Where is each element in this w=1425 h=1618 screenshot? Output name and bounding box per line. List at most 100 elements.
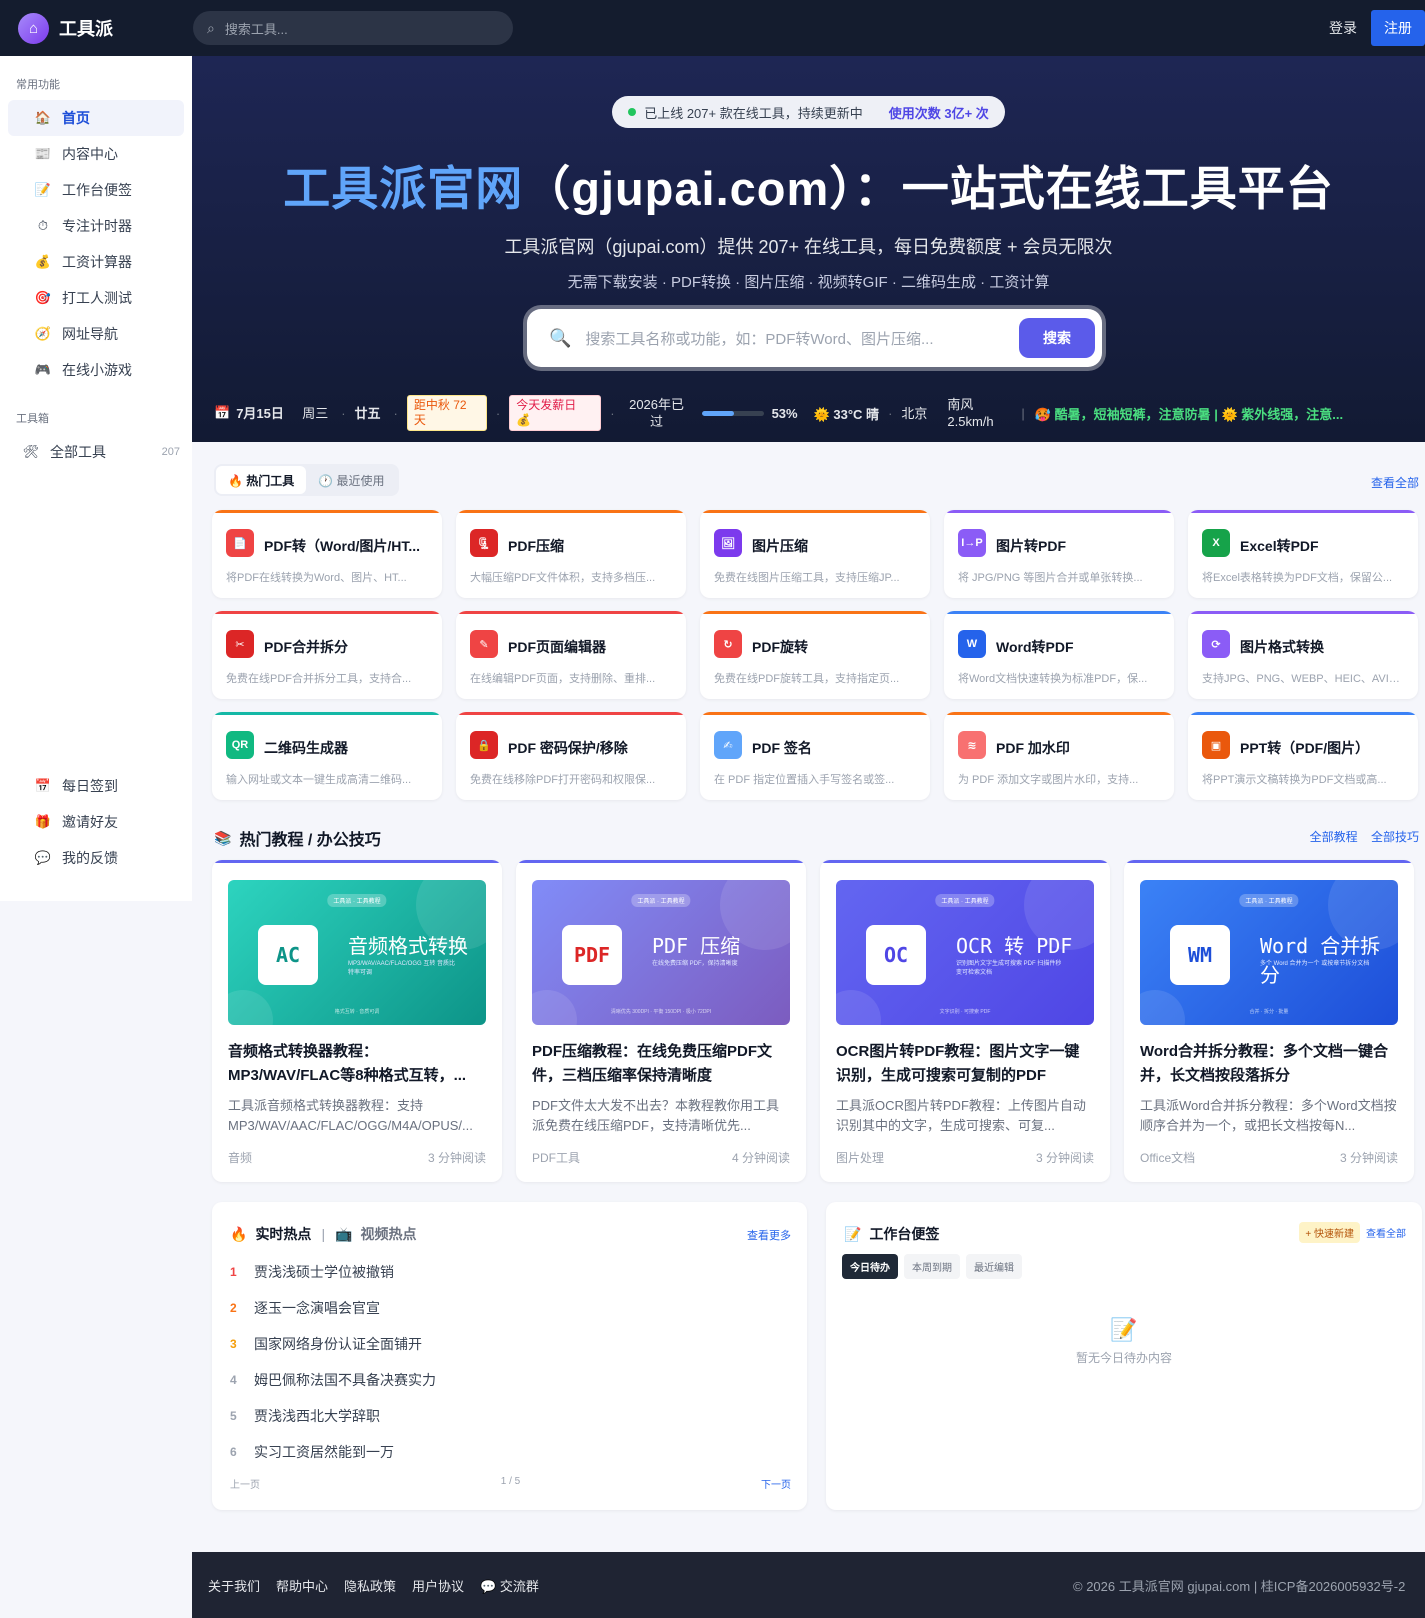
year-progress-bar bbox=[701, 410, 764, 416]
tool-card[interactable]: 🔒 PDF 密码保护/移除 免费在线移除PDF打开密码和权限保... bbox=[456, 712, 686, 800]
sidebar-item-0[interactable]: 🏠 首页 bbox=[8, 100, 184, 136]
sidebar-item-6[interactable]: 🧭 网址导航 bbox=[8, 316, 184, 352]
tool-description: 将Excel表格转换为PDF文档，保留公... bbox=[1202, 572, 1393, 584]
tutorial-card[interactable]: 工具派 · 工具教程 PDF PDF 压缩 在线免费压缩 PDF，保持清晰度 清晰优先 … bbox=[516, 860, 806, 1182]
tutorial-card[interactable]: 工具派 · 工具教程 OC OCR 转 PDF 识别图片文字生成可搜索 PDF 扫描件… bbox=[820, 860, 1110, 1182]
tab-video-hot[interactable]: 视频热点 bbox=[361, 1224, 417, 1244]
hot-item[interactable]: 6 实习工资居然能到一万 bbox=[230, 1434, 790, 1470]
footer-link-terms[interactable]: 用户协议 bbox=[412, 1576, 464, 1595]
tool-card[interactable]: ↻ PDF旋转 免费在线PDF旋转工具，支持指定页... bbox=[700, 611, 930, 699]
tab-recent-edit[interactable]: 最近编辑 bbox=[966, 1254, 1022, 1279]
tool-description: 输入网址或文本一键生成高清二维码... bbox=[226, 774, 412, 786]
hot-item[interactable]: 4 姆巴佩称法国不具备决赛实力 bbox=[230, 1362, 790, 1398]
tool-card[interactable]: ✂ PDF合并拆分 免费在线PDF合并拆分工具，支持合... bbox=[212, 611, 442, 699]
read-time: 3 分钟阅读 bbox=[1339, 1151, 1398, 1165]
sidebar-icon: 📅 bbox=[34, 778, 52, 793]
register-button[interactable]: 注册 bbox=[1371, 10, 1425, 46]
sidebar: 常用功能 🏠 首页 📰 内容中心 📝 工作台便签 ⏱ 专注计时器 💰 工资计算器 🎯 打工人测试 🧭 网址… bbox=[0, 56, 192, 901]
sidebar-item-4[interactable]: 💰 工资计算器 bbox=[8, 244, 184, 280]
tools-tabs: 🔥 热门工具 🕐 最近使用 bbox=[214, 464, 399, 496]
tool-name: PDF 签名 bbox=[752, 740, 812, 756]
sidebar-bottom-item-2[interactable]: 💬 我的反馈 bbox=[8, 840, 184, 876]
tool-card[interactable]: I→P 图片转PDF 将 JPG/PNG 等图片合并或单张转换... bbox=[944, 510, 1174, 598]
main-search-input[interactable]: 搜索工具名称或功能，如：PDF转Word、图片压缩... bbox=[585, 328, 1019, 349]
empty-text: 暂无今日待办内容 bbox=[1075, 1351, 1172, 1365]
top-search-input[interactable]: ⌕ 搜索工具... bbox=[193, 11, 513, 45]
tutorial-title: Word合并拆分教程：多个文档一键合并，长文档按段落拆分 bbox=[1140, 1043, 1389, 1084]
hot-item[interactable]: 2 逐玉一念演唱会官宣 bbox=[230, 1290, 790, 1326]
tutorial-thumbnail: 工具派 · 工具教程 AC 音频格式转换 MP3/WAV/AAC/FLAC/OGG 互… bbox=[228, 880, 486, 1025]
hot-rank: 6 bbox=[230, 1445, 237, 1459]
sidebar-item-1[interactable]: 📰 内容中心 bbox=[8, 136, 184, 172]
tutorial-card[interactable]: 工具派 · 工具教程 AC 音频格式转换 MP3/WAV/AAC/FLAC/OGG 互… bbox=[212, 860, 502, 1182]
tool-icon: ✎ bbox=[470, 630, 498, 658]
tool-card[interactable]: W Word转PDF 将Word文档快速转换为标准PDF，保... bbox=[944, 611, 1174, 699]
tool-card[interactable]: X Excel转PDF 将Excel表格转换为PDF文档，保留公... bbox=[1188, 510, 1418, 598]
tool-icon: QR bbox=[226, 731, 254, 759]
hot-item[interactable]: 1 贾浅浅硕士学位被撤销 bbox=[230, 1254, 790, 1290]
sidebar-item-7[interactable]: 🎮 在线小游戏 bbox=[8, 352, 184, 388]
logo[interactable]: ⌂ 工具派 bbox=[18, 12, 193, 44]
tutorial-icon: OC bbox=[866, 925, 926, 985]
tutorial-card[interactable]: 工具派 · 工具教程 WM Word 合并拆分 多个 Word 合并为一个 或按章节拆… bbox=[1124, 860, 1414, 1182]
hot-text: 国家网络身份认证全面铺开 bbox=[254, 1336, 422, 1352]
tool-card[interactable]: ✍ PDF 签名在 PDF 指定位置插入手写签名或签... bbox=[700, 712, 930, 800]
prev-page-button[interactable]: 上一页 bbox=[230, 1476, 260, 1491]
tool-icon: ≋ bbox=[958, 731, 986, 759]
all-tutorials-link[interactable]: 全部教程 bbox=[1310, 830, 1358, 844]
hot-item[interactable]: 3 国家网络身份认证全面铺开 bbox=[230, 1326, 790, 1362]
sidebar-item-5[interactable]: 🎯 打工人测试 bbox=[8, 280, 184, 316]
tool-card[interactable]: ≋ PDF 加水印为 PDF 添加文字或图片水印，支持... bbox=[944, 712, 1174, 800]
tutorial-title: 音频格式转换器教程：MP3/WAV/FLAC等8种格式互转，... bbox=[228, 1043, 467, 1084]
hot-item[interactable]: 5 贾浅浅西北大学辞职 bbox=[230, 1398, 790, 1434]
tool-card[interactable]: ▣ PPT转（PDF/图片） 将PPT演示文稿转换为PDF文档或高... bbox=[1188, 712, 1418, 800]
tool-description: 将Word文档快速转换为标准PDF，保... bbox=[958, 673, 1148, 685]
tools-grid: 📄 PDF转（Word/图片/HT... 将PDF在线转换为Word、图片、HT..… bbox=[212, 510, 1422, 800]
hot-more-link[interactable]: 查看更多 bbox=[747, 1227, 791, 1243]
tutorial-category: 音频 bbox=[228, 1151, 253, 1165]
sidebar-item-3[interactable]: ⏱ 专注计时器 bbox=[8, 208, 184, 244]
login-link[interactable]: 登录 bbox=[1329, 18, 1357, 38]
tool-card[interactable]: 🖼 图片压缩 免费在线图片压缩工具，支持压缩JP... bbox=[700, 510, 930, 598]
sidebar-item-all-tools[interactable]: 🛠 全部工具 207 bbox=[8, 434, 184, 470]
tool-card[interactable]: ⟳ 图片格式转换 支持JPG、PNG、WEBP、HEIC、AVIF... bbox=[1188, 611, 1418, 699]
hero-features: 无需下载安装 · PDF转换 · 图片压缩 · 视频转GIF · 二维码生成 ·… bbox=[567, 274, 1050, 291]
sidebar-bottom-item-0[interactable]: 📅 每日签到 bbox=[8, 768, 184, 804]
page-title: 工具派官网（gjupai.com）：一站式在线工具平台 bbox=[283, 162, 1334, 215]
notes-view-all-link[interactable]: 查看全部 bbox=[1366, 1225, 1406, 1240]
footer-link-help[interactable]: 帮助中心 bbox=[276, 1576, 328, 1595]
next-page-button[interactable]: 下一页 bbox=[761, 1476, 791, 1491]
footer-link-privacy[interactable]: 隐私政策 bbox=[344, 1576, 396, 1595]
quick-new-button[interactable]: + 快速新建 bbox=[1299, 1222, 1360, 1243]
tool-name: PDF压缩 bbox=[508, 538, 564, 554]
tool-name: 图片压缩 bbox=[752, 538, 808, 554]
tab-week-due[interactable]: 本周到期 bbox=[904, 1254, 960, 1279]
tool-card[interactable]: QR 二维码生成器 输入网址或文本一键生成高清二维码... bbox=[212, 712, 442, 800]
footer-link-about[interactable]: 关于我们 bbox=[208, 1576, 260, 1595]
view-all-tools-link[interactable]: 查看全部 bbox=[1371, 474, 1419, 491]
tool-card[interactable]: 📄 PDF转（Word/图片/HT... 将PDF在线转换为Word、图片、HT..… bbox=[212, 510, 442, 598]
tutorials-grid: 工具派 · 工具教程 AC 音频格式转换 MP3/WAV/AAC/FLAC/OGG 互… bbox=[212, 860, 1414, 1182]
tab-today-todo[interactable]: 今日待办 bbox=[842, 1254, 898, 1279]
tool-icon: I→P bbox=[958, 529, 986, 557]
footer-link-group[interactable]: 💬 交流群 bbox=[480, 1576, 539, 1595]
tab-hot-tools[interactable]: 🔥 热门工具 bbox=[216, 466, 307, 494]
pill-text: 已上线 207+ 款在线工具，持续更新中 bbox=[644, 105, 863, 121]
tool-name: PDF 密码保护/移除 bbox=[508, 740, 628, 756]
tool-card[interactable]: ✎ PDF页面编辑器 在线编辑PDF页面，支持删除、重排... bbox=[456, 611, 686, 699]
logo-text: 工具派 bbox=[59, 19, 113, 39]
hero: 已上线 207+ 款在线工具，持续更新中 使用次数 3亿+ 次 工具派官网（gj… bbox=[192, 56, 1425, 442]
tool-card[interactable]: 🗜 PDF压缩 大幅压缩PDF文件体积，支持多档压... bbox=[456, 510, 686, 598]
sidebar-bottom-item-1[interactable]: 🎁 邀请好友 bbox=[8, 804, 184, 840]
notes-title: 工作台便签 bbox=[869, 1226, 940, 1242]
year-progress-label: 2026年已过 bbox=[629, 397, 685, 429]
tool-name: PDF合并拆分 bbox=[264, 639, 348, 655]
sidebar-item-2[interactable]: 📝 工作台便签 bbox=[8, 172, 184, 208]
tab-recent[interactable]: 🕐 最近使用 bbox=[306, 466, 396, 494]
hot-rank: 1 bbox=[230, 1265, 237, 1279]
tab-realtime-hot[interactable]: 实时热点 bbox=[255, 1224, 311, 1244]
search-button[interactable]: 搜索 bbox=[1019, 318, 1095, 358]
all-tips-link[interactable]: 全部技巧 bbox=[1371, 830, 1419, 844]
festival-countdown: 距中秋 72 天 bbox=[406, 395, 487, 431]
tool-count: 207 bbox=[161, 446, 180, 458]
